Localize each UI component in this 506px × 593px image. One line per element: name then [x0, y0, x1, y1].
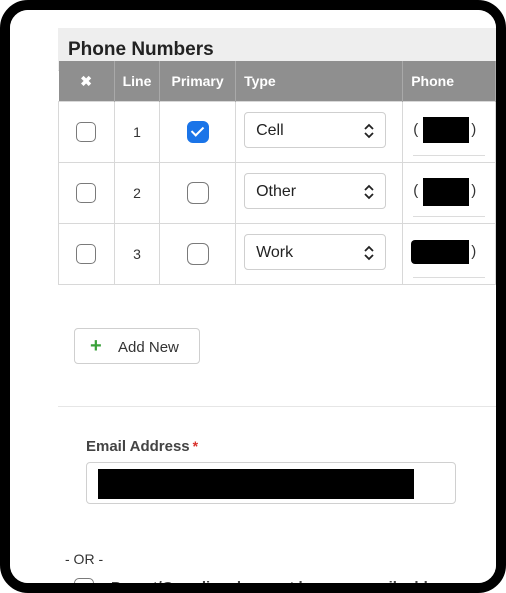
- close-icon: ✖: [80, 72, 93, 89]
- delete-cell: [58, 101, 115, 163]
- phone-close-paren: ): [471, 121, 477, 138]
- email-address-label: Email Address *: [86, 438, 198, 455]
- phone-underline: [413, 155, 485, 156]
- phone-input[interactable]: ( ): [403, 163, 495, 223]
- line-number: 1: [113, 101, 161, 163]
- phone-cell: ): [402, 223, 496, 285]
- or-separator: - OR -: [65, 551, 104, 567]
- delete-row-checkbox[interactable]: [76, 122, 97, 142]
- phone-open-paren: (: [413, 121, 419, 138]
- device-frame: Phone Numbers ✖ Line Primary Type Phone: [0, 0, 506, 593]
- plus-icon: +: [90, 335, 102, 357]
- primary-cell: [159, 101, 237, 163]
- phone-open-paren: (: [413, 182, 419, 199]
- primary-checkbox[interactable]: [186, 121, 209, 143]
- primary-column-header: Primary: [159, 61, 237, 102]
- line-number: 3: [113, 223, 161, 285]
- phone-type-select[interactable]: Cell: [244, 111, 387, 148]
- guardian-no-email-label: Parent/Guardian does not have an email a…: [111, 579, 459, 593]
- table-row: 2 Other ( ): [58, 162, 496, 224]
- phone-cell: ( ): [402, 101, 496, 163]
- delete-row-checkbox[interactable]: [76, 244, 97, 264]
- phone-input[interactable]: ): [403, 224, 495, 284]
- guardian-no-email-checkbox[interactable]: [74, 578, 94, 583]
- type-cell: Cell: [235, 101, 404, 163]
- phone-type-select[interactable]: Work: [244, 233, 387, 270]
- table-row: 1 Cell ( ): [58, 101, 496, 163]
- type-cell: Work: [235, 223, 404, 285]
- select-chevron-icon: [364, 245, 374, 260]
- form-content: Phone Numbers ✖ Line Primary Type Phone: [10, 10, 496, 583]
- line-number: 2: [113, 162, 161, 224]
- table-header-row: ✖ Line Primary Type Phone: [58, 61, 496, 102]
- phone-type-select[interactable]: Other: [244, 172, 387, 209]
- phone-close-paren: ): [471, 243, 477, 260]
- phone-input[interactable]: ( ): [403, 102, 495, 162]
- table-row: 3 Work ): [58, 223, 496, 285]
- phone-cell: ( ): [402, 162, 496, 224]
- redacted-phone: [423, 178, 470, 206]
- redacted-phone: [411, 240, 470, 264]
- select-chevron-icon: [364, 184, 374, 199]
- phone-numbers-table: ✖ Line Primary Type Phone 1 Cell () 2 O…: [58, 61, 496, 285]
- primary-cell: [159, 162, 237, 224]
- phone-close-paren: ): [471, 182, 477, 199]
- phone-underline: [413, 216, 485, 217]
- primary-checkbox[interactable]: [186, 243, 209, 265]
- phone-type-value: Cell: [256, 121, 284, 139]
- add-new-phone-button[interactable]: + Add New: [74, 328, 200, 364]
- red-annotation-mark: [492, 562, 506, 593]
- redacted-email: [98, 469, 414, 499]
- section-divider: [58, 406, 496, 407]
- phone-column-header: Phone: [402, 61, 496, 102]
- primary-checkbox[interactable]: [186, 182, 209, 204]
- redacted-phone: [423, 117, 470, 143]
- primary-cell: [159, 223, 237, 285]
- delete-row-checkbox[interactable]: [76, 183, 97, 203]
- phone-type-value: Work: [256, 243, 294, 261]
- delete-cell: [58, 162, 115, 224]
- email-field[interactable]: [86, 462, 456, 504]
- panel-title: Phone Numbers: [68, 39, 214, 60]
- email-label-text: Email Address: [86, 438, 190, 455]
- required-asterisk: *: [192, 438, 199, 454]
- phone-underline: [413, 277, 485, 278]
- select-chevron-icon: [364, 123, 374, 138]
- delete-column-header: ✖: [58, 61, 115, 102]
- add-new-label: Add New: [118, 339, 179, 356]
- type-column-header: Type: [235, 61, 404, 102]
- phone-type-value: Other: [256, 182, 297, 200]
- type-cell: Other: [235, 162, 404, 224]
- line-column-header: Line: [114, 61, 161, 102]
- delete-cell: [58, 223, 115, 285]
